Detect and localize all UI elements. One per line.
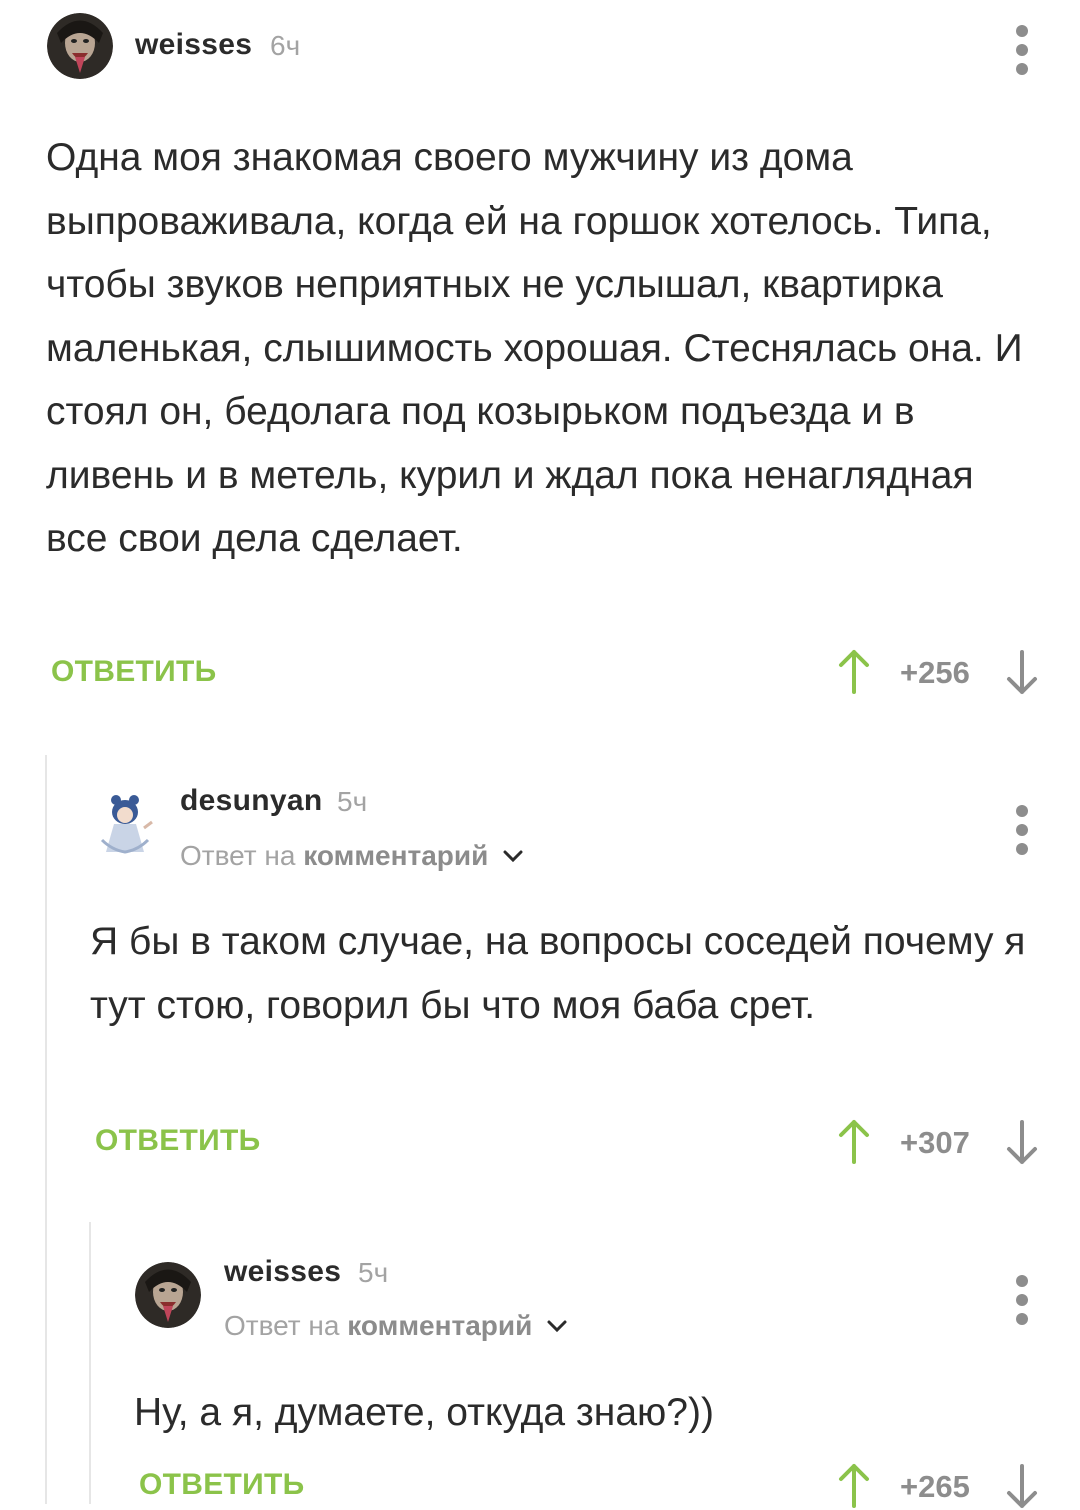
thread-line-level-2 xyxy=(89,1222,91,1504)
chevron-down-icon[interactable] xyxy=(546,1319,568,1333)
upvote-arrow-icon[interactable] xyxy=(836,1462,872,1510)
reply-to-target[interactable]: комментарий xyxy=(303,840,488,871)
reply-to-target[interactable]: комментарий xyxy=(347,1310,532,1341)
comment-text: Я бы в таком случае, на вопросы соседей … xyxy=(90,920,1026,1027)
more-menu-icon[interactable] xyxy=(1012,805,1032,861)
timestamp: 6ч xyxy=(270,30,301,61)
chevron-down-icon[interactable] xyxy=(502,849,524,863)
timestamp: 5ч xyxy=(337,786,368,817)
username[interactable]: weisses xyxy=(224,1255,341,1289)
thread-line-level-1 xyxy=(45,755,47,1504)
reply-to-prefix: Ответ на xyxy=(180,840,296,871)
avatar[interactable] xyxy=(47,13,113,79)
reply-to-link[interactable]: Ответ на комментарий xyxy=(224,1310,568,1342)
reply-to-prefix: Ответ на xyxy=(224,1310,340,1341)
username[interactable]: weisses xyxy=(135,28,252,62)
downvote-arrow-icon[interactable] xyxy=(1004,1462,1040,1510)
upvote-arrow-icon[interactable] xyxy=(836,1118,872,1166)
comment-text: Ну, а я, думаете, откуда знаю?)) xyxy=(134,1391,714,1434)
username[interactable]: desunyan xyxy=(180,784,322,818)
reply-to-link[interactable]: Ответ на комментарий xyxy=(180,840,524,872)
downvote-arrow-icon[interactable] xyxy=(1004,648,1040,696)
timestamp: 5ч xyxy=(358,1257,389,1288)
avatar[interactable] xyxy=(92,790,158,860)
avatar[interactable] xyxy=(135,1262,201,1328)
reply-button[interactable]: ОТВЕТИТЬ xyxy=(139,1468,305,1502)
score: +307 xyxy=(900,1125,970,1160)
upvote-arrow-icon[interactable] xyxy=(836,648,872,696)
reply-button[interactable]: ОТВЕТИТЬ xyxy=(51,655,217,689)
score: +265 xyxy=(900,1469,970,1504)
comment-text: Одна моя знакомая своего мужчину из дома… xyxy=(46,136,1023,560)
more-menu-icon[interactable] xyxy=(1012,1275,1032,1331)
more-menu-icon[interactable] xyxy=(1012,25,1032,81)
reply-button[interactable]: ОТВЕТИТЬ xyxy=(95,1124,261,1158)
downvote-arrow-icon[interactable] xyxy=(1004,1118,1040,1166)
score: +256 xyxy=(900,655,970,690)
